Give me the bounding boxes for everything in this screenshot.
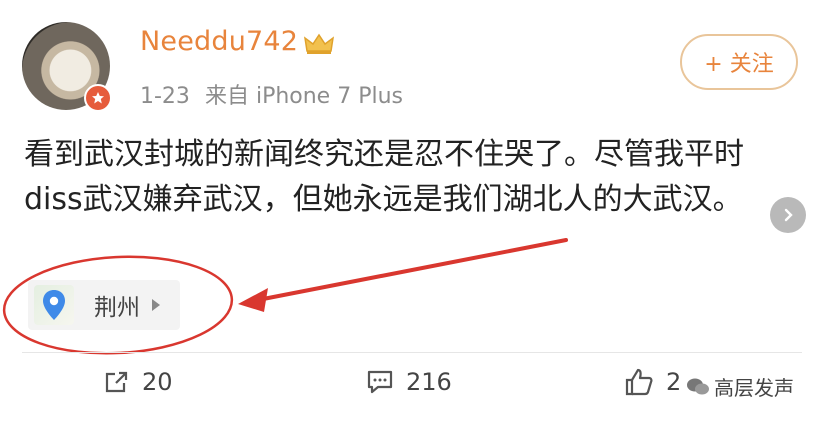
- crown-icon: [304, 33, 334, 54]
- annotation-arrow-head: [238, 288, 268, 312]
- like-button[interactable]: 2: [624, 368, 681, 396]
- watermark: 高层发声: [686, 372, 794, 401]
- verified-badge-icon: [84, 84, 112, 112]
- post-text: 看到武汉封城的新闻终究还是忍不住哭了。尽管我平时diss武汉嫌弃武汉，但她永远是…: [24, 137, 744, 217]
- like-count: 2: [666, 368, 682, 396]
- follow-button[interactable]: + 关注: [680, 34, 798, 90]
- post-header: Needdu742 1-23 来自 iPhone 7 Plus + 关注: [0, 0, 826, 120]
- location-tag[interactable]: 荆州: [28, 280, 180, 330]
- chevron-right-icon[interactable]: [770, 197, 806, 233]
- repost-button[interactable]: 20: [104, 368, 173, 396]
- location-pin-icon: [34, 285, 74, 325]
- follow-button-label: + 关注: [704, 52, 774, 77]
- wechat-icon: [687, 378, 709, 394]
- device-name: iPhone 7 Plus: [255, 84, 403, 109]
- avatar[interactable]: [22, 22, 114, 114]
- repost-count: 20: [142, 368, 173, 396]
- divider: [22, 352, 802, 353]
- repost-icon: [105, 371, 128, 393]
- post-meta: 1-23 来自 iPhone 7 Plus: [140, 78, 403, 110]
- like-icon: [625, 368, 653, 396]
- comment-button[interactable]: 216: [366, 368, 452, 396]
- source-prefix: 来自: [204, 84, 249, 109]
- location-arrow-icon: [152, 299, 160, 311]
- comment-count: 216: [406, 368, 452, 396]
- username[interactable]: Needdu742: [140, 26, 298, 57]
- comment-icon: [367, 370, 393, 394]
- post-date: 1-23: [140, 84, 190, 109]
- annotation-arrow-shaft: [256, 238, 568, 302]
- watermark-text: 高层发声: [714, 376, 794, 400]
- location-name: 荆州: [94, 295, 140, 321]
